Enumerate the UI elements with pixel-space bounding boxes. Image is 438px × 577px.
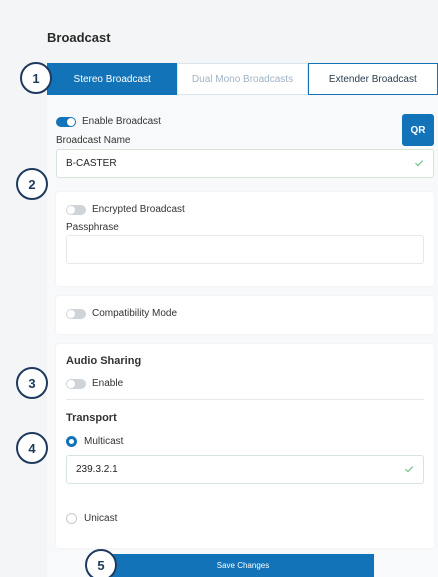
enable-broadcast-label: Enable Broadcast (82, 116, 161, 127)
transport-title: Transport (66, 412, 117, 424)
broadcast-name-label: Broadcast Name (56, 135, 131, 146)
compatibility-mode-label: Compatibility Mode (92, 308, 178, 319)
step-badge-1: 1 (20, 62, 52, 94)
unicast-label: Unicast (84, 513, 118, 524)
multicast-address-value: 239.3.2.1 (76, 464, 118, 475)
qr-button[interactable]: QR (402, 114, 434, 146)
save-changes-button[interactable]: Save Changes (112, 554, 374, 577)
audio-sharing-toggle[interactable] (66, 379, 86, 389)
tab-dual-mono-broadcasts[interactable]: Dual Mono Broadcasts (177, 63, 308, 95)
check-icon (405, 466, 414, 473)
encrypted-broadcast-toggle[interactable] (66, 205, 86, 215)
compatibility-mode-toggle[interactable] (66, 309, 86, 319)
enable-broadcast-toggle[interactable] (56, 117, 76, 127)
broadcast-name-input[interactable]: B-CASTER (56, 149, 434, 178)
broadcast-tabs: Stereo Broadcast Dual Mono Broadcasts Ex… (47, 63, 438, 95)
audio-sharing-title: Audio Sharing (66, 355, 142, 367)
check-icon (415, 160, 424, 167)
encrypted-broadcast-label: Encrypted Broadcast (92, 204, 185, 215)
step-badge-2: 2 (16, 168, 48, 200)
passphrase-label: Passphrase (66, 222, 119, 233)
multicast-radio[interactable] (66, 436, 77, 447)
unicast-radio[interactable] (66, 513, 77, 524)
step-badge-3: 3 (16, 367, 48, 399)
multicast-label: Multicast (84, 436, 124, 447)
multicast-address-input[interactable]: 239.3.2.1 (66, 455, 424, 484)
section-divider (66, 399, 424, 400)
tab-stereo-broadcast[interactable]: Stereo Broadcast (47, 63, 178, 95)
passphrase-input[interactable] (66, 235, 424, 264)
page-title: Broadcast (47, 30, 111, 45)
audio-sharing-enable-label: Enable (92, 378, 124, 389)
tab-extender-broadcast[interactable]: Extender Broadcast (307, 63, 438, 95)
broadcast-name-value: B-CASTER (66, 158, 117, 169)
step-badge-4: 4 (16, 432, 48, 464)
step-badge-5: 5 (85, 549, 117, 577)
